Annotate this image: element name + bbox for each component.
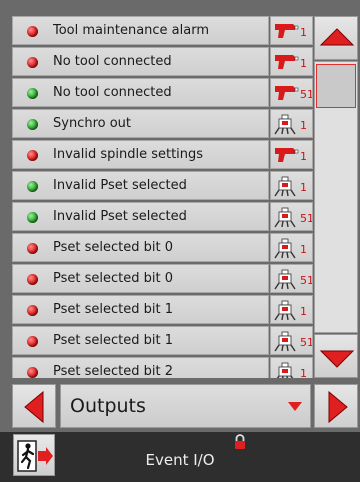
io-row[interactable]: Tool maintenance alarm 1	[12, 16, 313, 45]
device-cell[interactable]: 1	[270, 295, 313, 324]
io-row[interactable]: Pset selected bit 2 1	[12, 357, 313, 378]
io-row[interactable]: No tool connected 51	[12, 78, 313, 107]
device-number: 1	[300, 57, 307, 70]
io-row[interactable]: Pset selected bit 1 51	[12, 326, 313, 355]
device-cell[interactable]: 1	[270, 109, 313, 138]
device-number: 1	[300, 119, 307, 132]
status-led-icon	[27, 150, 38, 161]
device-cell[interactable]: 1	[270, 140, 313, 169]
device-cell[interactable]: 51	[270, 326, 313, 355]
status-led-icon	[27, 119, 38, 130]
dropdown-value: Outputs	[70, 395, 146, 417]
previous-button[interactable]	[12, 384, 56, 428]
io-label: Pset selected bit 2	[53, 364, 173, 378]
device-number: 1	[300, 181, 307, 194]
arrow-left-icon	[24, 390, 44, 424]
status-led-icon	[27, 336, 38, 347]
io-label: No tool connected	[53, 85, 172, 100]
io-row[interactable]: Invalid Pset selected 1	[12, 171, 313, 200]
device-number: 51	[300, 274, 313, 287]
io-row[interactable]: Pset selected bit 1 1	[12, 295, 313, 324]
arrow-right-icon	[328, 390, 348, 424]
status-led-icon	[27, 367, 38, 378]
lock-icon	[235, 434, 245, 449]
io-row[interactable]: Pset selected bit 0 1	[12, 233, 313, 262]
io-label: Invalid Pset selected	[53, 209, 187, 224]
io-name-cell[interactable]: No tool connected	[12, 47, 269, 76]
io-name-cell[interactable]: Synchro out	[12, 109, 269, 138]
scroll-up-button[interactable]	[314, 16, 358, 60]
device-number: 1	[300, 305, 307, 318]
io-label: Invalid spindle settings	[53, 147, 204, 162]
io-label: No tool connected	[53, 54, 172, 69]
io-label: Pset selected bit 0	[53, 240, 173, 255]
io-label: Synchro out	[53, 116, 132, 131]
io-list: Tool maintenance alarm 1 No tool connected…	[12, 16, 313, 378]
status-led-icon	[27, 26, 38, 37]
status-led-icon	[27, 243, 38, 254]
io-label: Invalid Pset selected	[53, 178, 187, 193]
status-led-icon	[27, 212, 38, 223]
io-label: Pset selected bit 0	[53, 271, 173, 286]
scroll-down-button[interactable]	[314, 334, 358, 378]
io-row[interactable]: Invalid spindle settings 1	[12, 140, 313, 169]
device-cell[interactable]: 1	[270, 357, 313, 378]
device-number: 1	[300, 150, 307, 163]
status-led-icon	[27, 274, 38, 285]
io-label: Pset selected bit 1	[53, 302, 173, 317]
io-name-cell[interactable]: No tool connected	[12, 78, 269, 107]
io-name-cell[interactable]: Tool maintenance alarm	[12, 16, 269, 45]
device-cell[interactable]: 1	[270, 233, 313, 262]
io-name-cell[interactable]: Invalid spindle settings	[12, 140, 269, 169]
io-name-cell[interactable]: Pset selected bit 0	[12, 264, 269, 293]
io-label: Tool maintenance alarm	[53, 23, 210, 38]
io-row[interactable]: Synchro out 1	[12, 109, 313, 138]
device-number: 1	[300, 367, 307, 378]
arrow-up-icon	[319, 28, 355, 46]
io-name-cell[interactable]: Pset selected bit 1	[12, 295, 269, 324]
device-number: 51	[300, 336, 313, 349]
device-number: 1	[300, 26, 307, 39]
io-row[interactable]: Pset selected bit 0 51	[12, 264, 313, 293]
dropdown-arrow-icon	[288, 402, 302, 411]
scrollbar-thumb[interactable]	[316, 64, 356, 108]
next-button[interactable]	[314, 384, 358, 428]
io-row[interactable]: No tool connected 1	[12, 47, 313, 76]
status-led-icon	[27, 305, 38, 316]
device-number: 1	[300, 243, 307, 256]
device-number: 51	[300, 88, 313, 101]
screen-title: Event I/O	[145, 451, 215, 469]
device-cell[interactable]: 1	[270, 47, 313, 76]
device-cell[interactable]: 1	[270, 16, 313, 45]
device-cell[interactable]: 1	[270, 171, 313, 200]
status-led-icon	[27, 57, 38, 68]
screen: Tool maintenance alarm 1 No tool connected…	[0, 0, 360, 482]
io-name-cell[interactable]: Pset selected bit 2	[12, 357, 269, 378]
io-name-cell[interactable]: Invalid Pset selected	[12, 171, 269, 200]
io-row[interactable]: Invalid Pset selected 51	[12, 202, 313, 231]
device-cell[interactable]: 51	[270, 264, 313, 293]
device-number: 51	[300, 212, 313, 225]
device-cell[interactable]: 51	[270, 202, 313, 231]
io-name-cell[interactable]: Pset selected bit 1	[12, 326, 269, 355]
device-cell[interactable]: 51	[270, 78, 313, 107]
io-type-dropdown[interactable]: Outputs	[60, 384, 311, 428]
io-label: Pset selected bit 1	[53, 333, 173, 348]
status-led-icon	[27, 88, 38, 99]
status-led-icon	[27, 181, 38, 192]
arrow-down-icon	[319, 350, 355, 368]
io-name-cell[interactable]: Invalid Pset selected	[12, 202, 269, 231]
io-name-cell[interactable]: Pset selected bit 0	[12, 233, 269, 262]
